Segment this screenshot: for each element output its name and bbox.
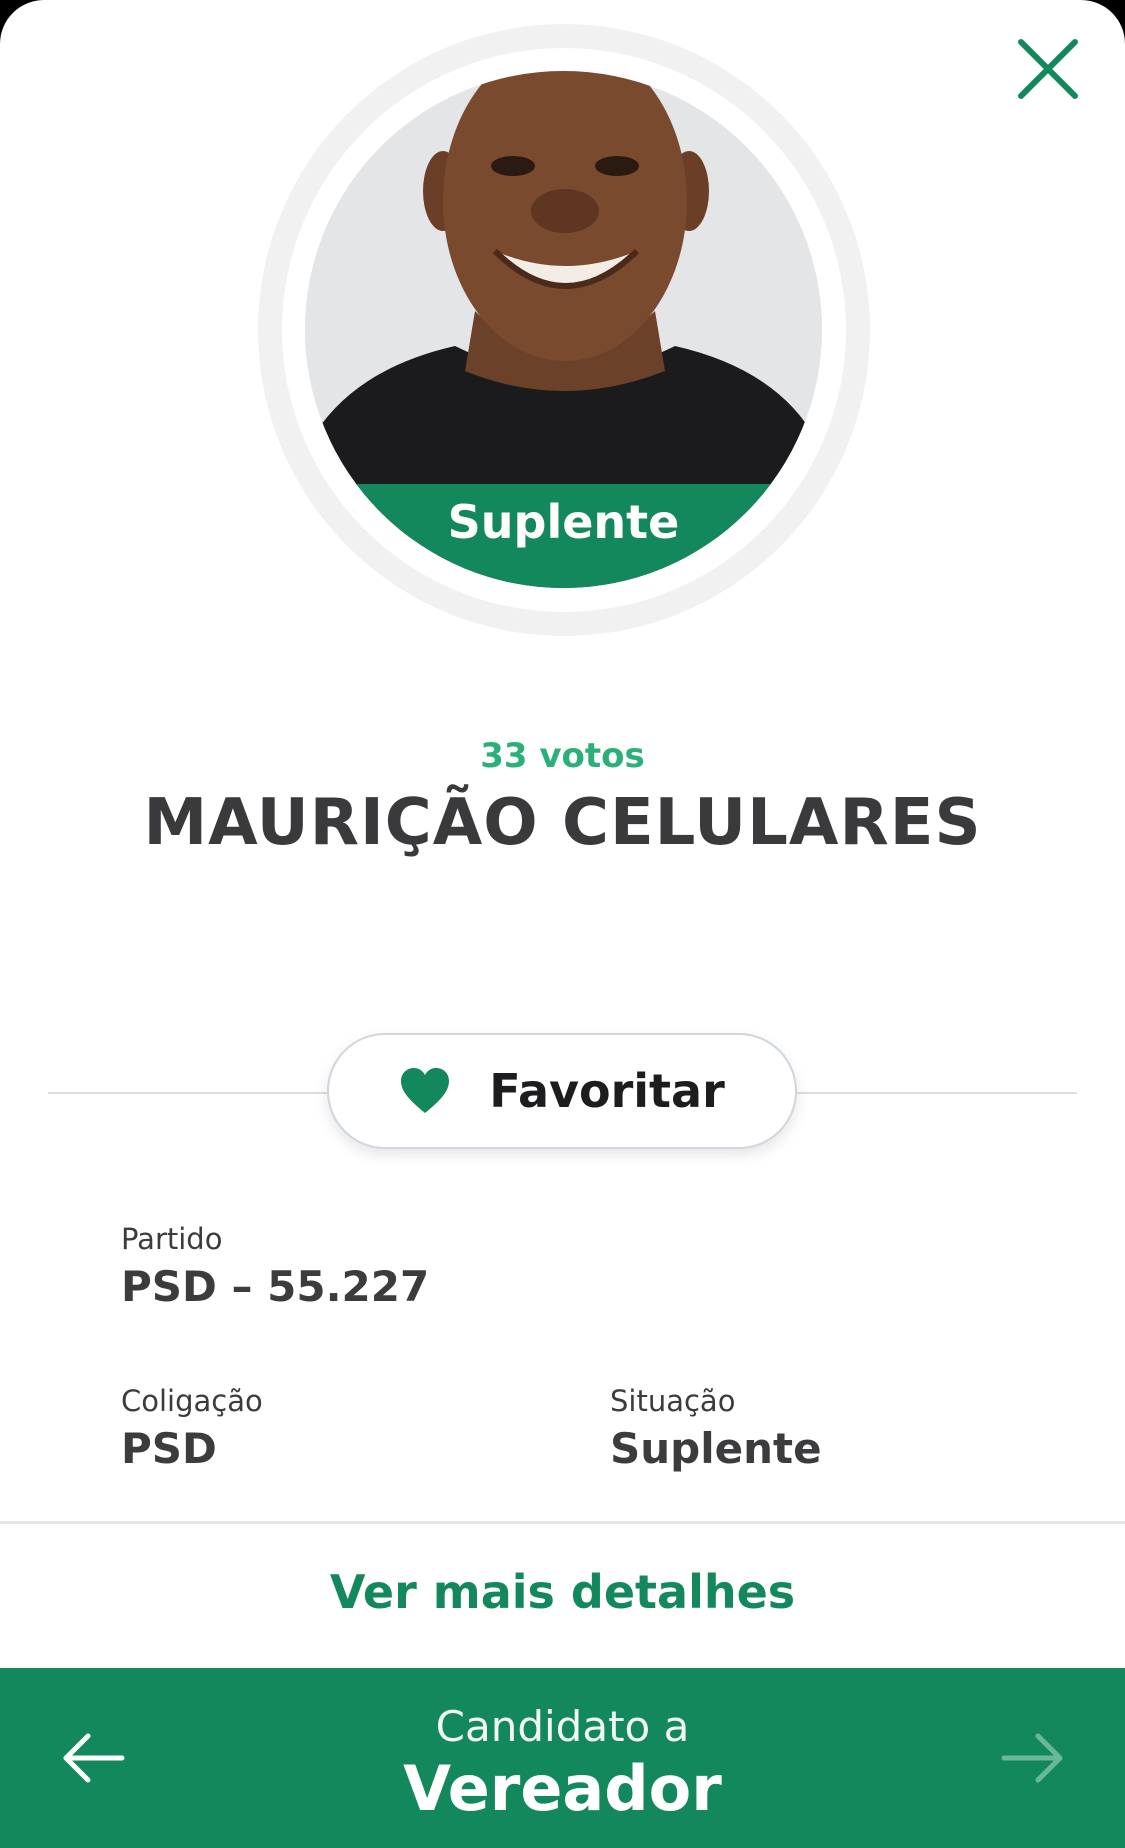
candidate-office-bar: Candidato a Vereador xyxy=(0,1668,1125,1848)
favorite-label: Favoritar xyxy=(489,1064,725,1118)
candidate-photo: Suplente xyxy=(305,71,822,588)
coalition-label: Coligação xyxy=(121,1384,263,1418)
more-details-link[interactable]: Ver mais detalhes xyxy=(0,1565,1125,1619)
close-x-icon xyxy=(1018,39,1078,99)
arrow-right-icon xyxy=(1001,1733,1063,1783)
party-label: Partido xyxy=(121,1222,223,1256)
divider-left xyxy=(48,1092,330,1094)
next-button[interactable] xyxy=(1000,1730,1066,1786)
divider-right xyxy=(794,1092,1077,1094)
close-button[interactable] xyxy=(1013,34,1083,104)
vote-count: 33 votos xyxy=(480,736,645,776)
favorite-button[interactable]: Favoritar xyxy=(327,1033,797,1149)
office-subtitle: Candidato a xyxy=(435,1702,690,1751)
candidate-card: Suplente 33 votos MAURIÇÃO CELULARES Fav… xyxy=(0,0,1125,1848)
coalition-value: PSD xyxy=(121,1424,217,1473)
office-title: Vereador xyxy=(403,1752,722,1825)
situation-label: Situação xyxy=(610,1384,736,1418)
heart-icon xyxy=(401,1068,450,1113)
section-separator xyxy=(0,1521,1125,1524)
candidate-name: MAURIÇÃO CELULARES xyxy=(143,786,982,860)
party-value: PSD – 55.227 xyxy=(121,1262,430,1311)
status-badge: Suplente xyxy=(305,484,822,588)
situation-value: Suplente xyxy=(610,1424,822,1473)
